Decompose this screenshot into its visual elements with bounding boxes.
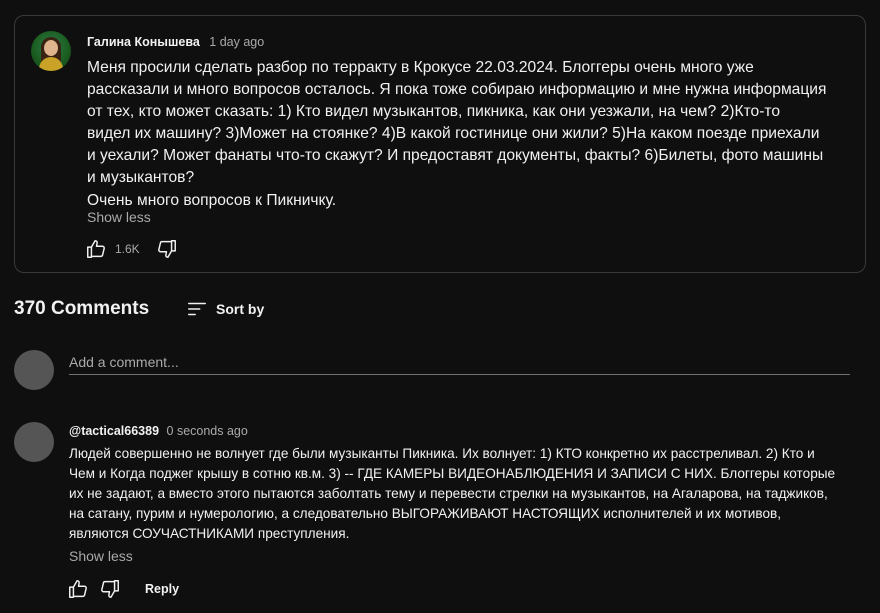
user-avatar xyxy=(14,350,54,390)
thumbs-down-icon[interactable] xyxy=(156,238,178,260)
comment-author[interactable]: @tactical66389 xyxy=(69,424,159,438)
author-avatar[interactable] xyxy=(14,422,54,462)
comment-time[interactable]: 1 day ago xyxy=(209,35,264,49)
comment-actions: 1.6K xyxy=(85,238,178,260)
comment-actions: Reply xyxy=(67,578,179,600)
author-avatar[interactable] xyxy=(31,31,71,71)
show-less-button[interactable]: Show less xyxy=(69,548,133,564)
comment-text: Меня просили сделать разбор по терракту … xyxy=(87,57,827,212)
comment-author[interactable]: Галина Конышева xyxy=(87,35,200,49)
thumbs-up-icon[interactable] xyxy=(85,238,107,260)
comment-paragraph: Меня просили сделать разбор по терракту … xyxy=(87,59,827,187)
show-less-button[interactable]: Show less xyxy=(87,209,151,225)
comments-count: 370 Comments xyxy=(14,298,150,319)
comments-header: 370 Comments Sort by xyxy=(14,298,264,320)
comment-header: @tactical66389 0 seconds ago xyxy=(69,424,248,438)
sort-by-label: Sort by xyxy=(216,301,265,317)
add-comment-row xyxy=(14,350,850,390)
comment-header: Галина Конышева 1 day ago xyxy=(87,35,264,49)
thumbs-down-icon[interactable] xyxy=(99,578,121,600)
sort-by-button[interactable]: Sort by xyxy=(186,298,264,320)
like-count: 1.6K xyxy=(115,242,140,256)
thumbs-up-icon[interactable] xyxy=(67,578,89,600)
reply-button[interactable]: Reply xyxy=(145,582,179,596)
comment-paragraph: Очень много вопросов к Пикничку. xyxy=(87,191,337,209)
add-comment-input[interactable] xyxy=(69,350,850,375)
sort-icon xyxy=(186,298,208,320)
comment-text: Людей совершенно не волнует где были муз… xyxy=(69,446,836,541)
comment-time[interactable]: 0 seconds ago xyxy=(167,424,248,438)
highlighted-comment: Галина Конышева 1 day ago Меня просили с… xyxy=(14,15,866,273)
